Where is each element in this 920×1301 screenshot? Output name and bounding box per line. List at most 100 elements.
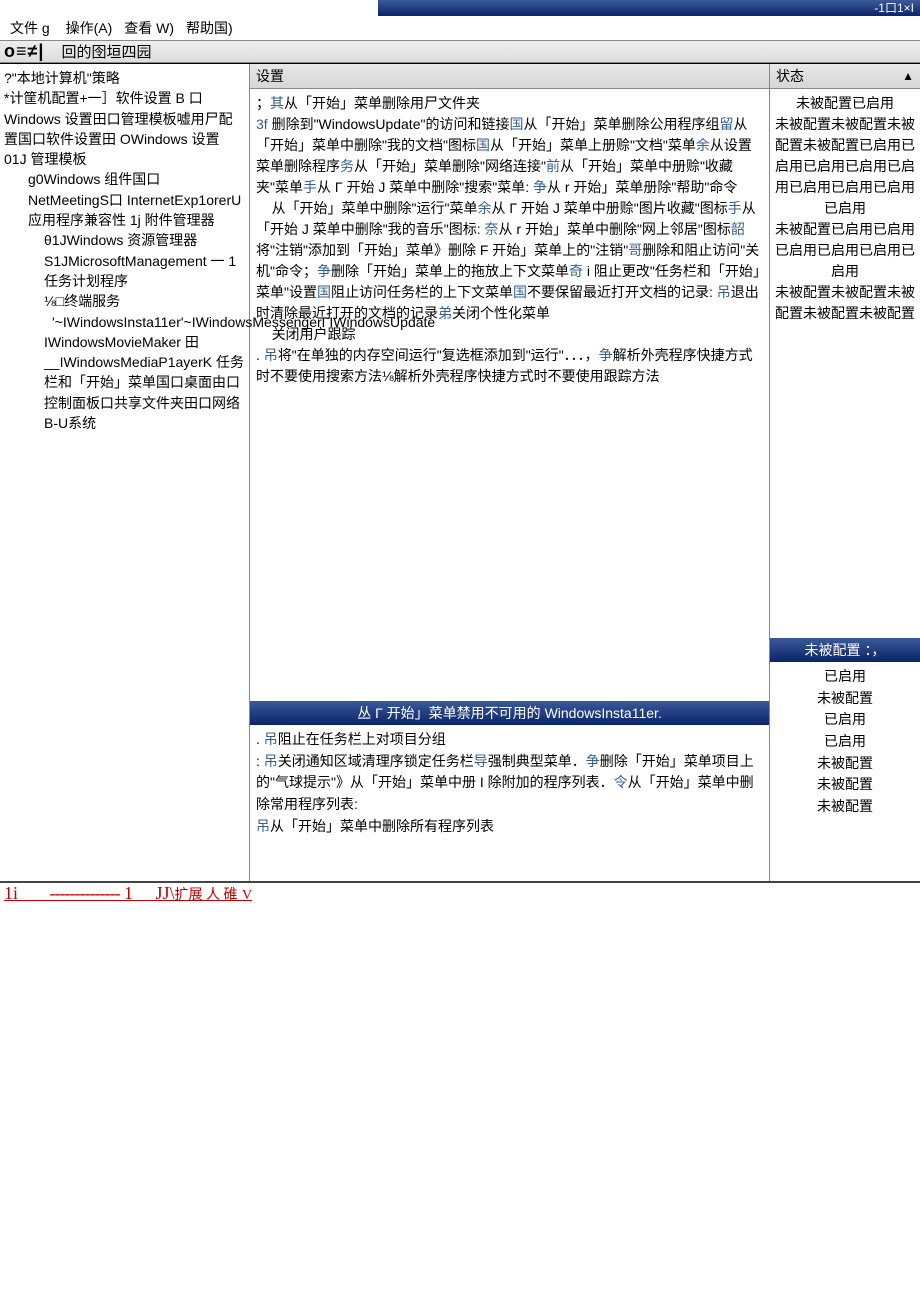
status-blank (770, 328, 920, 638)
setting-link[interactable]: 哥 (628, 242, 642, 258)
tree-windows-explorer[interactable]: θ1JWindows 资源管理器 (4, 230, 245, 250)
blank-area (250, 391, 769, 701)
setting-link[interactable]: 奇 (569, 263, 583, 279)
setting-link[interactable]: 奈 (485, 221, 499, 237)
toolbar-left-icons[interactable]: o≡≠| (4, 41, 44, 61)
setting-link[interactable]: 留 (719, 116, 733, 132)
footer-one: 1 (124, 883, 133, 903)
menubar: 文件 g 操作(A)查看 W)帮助国) (0, 16, 920, 41)
setting-link[interactable]: 余 (696, 137, 710, 153)
tree-root-policy[interactable]: ?"本地计算机"策略 (4, 68, 245, 88)
status-row: 未被配置已启用已启用已启用已启用已启用已启用 (772, 219, 918, 282)
main-area: ?"本地计算机"策略 *计筐机配置+一］软件设置 B 口Windows 设置田口… (0, 63, 920, 881)
tree-pane[interactable]: ?"本地计算机"策略 *计筐机配置+一］软件设置 B 口Windows 设置田口… (0, 64, 250, 881)
setting-remove-wu-link[interactable]: 删除到"WindowsUpdate"的访问和链接 (272, 116, 510, 132)
settings-list-bottom[interactable]: . 吊阻止在任务栏上对项目分组 : 吊关闭通知区域清理序锁定任务栏导强制典型菜单… (250, 725, 769, 881)
setting-separate-memory[interactable]: 将"在单独的内存空间运行"复选框添加到"运行"．．． (278, 347, 585, 363)
toolbar: o≡≠| 回的囹垣四园 (0, 41, 920, 63)
status-row: 未被配置 (772, 753, 918, 775)
status-row: 已启用 (772, 666, 918, 688)
status-row: 未被配置 (772, 796, 918, 818)
setting-link[interactable]: 吊 (264, 347, 278, 363)
tree-computer-config[interactable]: *计筐机配置+一］软件设置 B 口Windows 设置田口管理模板嘘用尸配置国口… (4, 88, 245, 169)
selected-status-suffix: ：， (864, 642, 885, 658)
menu-help[interactable]: 帮助国) (180, 18, 239, 38)
footer-v: V (242, 888, 252, 903)
setting-no-keep-history[interactable]: 不要保留最近打开文档的记录 (527, 284, 709, 300)
status-list-bottom: 已启用 未被配置 已启用 已启用 未被配置 未被配置 未被配置 (770, 662, 920, 842)
setting-link[interactable]: 国 (509, 116, 523, 132)
setting-link[interactable]: 争 (599, 347, 613, 363)
setting-link[interactable]: 吊 (717, 284, 731, 300)
settings-column-header[interactable]: 设置 (250, 64, 769, 89)
settings-list-top[interactable]: ；其从「开始」菜单删除用尸文件夹 3f 删除到"WindowsUpdate"的访… (250, 89, 769, 391)
selected-status-text: 未被配置 (805, 642, 861, 658)
setting-prevent-context-menu[interactable]: 阻止访问任务栏的上下文菜单 (331, 284, 513, 300)
setting-link[interactable]: 争 (317, 263, 331, 279)
tree-mmc-tasks[interactable]: S1JMicrosoftManagement 一 1 任务计划程序 (4, 251, 245, 292)
setting-link[interactable]: 余 (478, 200, 492, 216)
tree-terminal-services[interactable]: ⅛□终端服务 (4, 291, 245, 311)
setting-link[interactable]: 手 (728, 200, 742, 216)
setting-link[interactable]: 国 (317, 284, 331, 300)
setting-colon: : (354, 796, 358, 812)
setting-remove-dragdrop[interactable]: 删除「开始」菜单上的拖放上下文菜单 (331, 263, 569, 279)
setting-link[interactable]: 导 (474, 753, 488, 769)
setting-close-user-tracking[interactable]: 关闭用户跟踪 (272, 326, 356, 342)
setting-link[interactable]: 国 (476, 137, 490, 153)
setting-link[interactable]: 吊 (264, 731, 278, 747)
tree-moviemaker-etc[interactable]: IWindowsMovieMaker 田__IWindowsMediaP1aye… (4, 332, 245, 433)
status-row: 未被配置未被配置未被配置未被配置已启用已启用已启用已启用已启用已启用已启用已启用… (772, 114, 918, 219)
setting-remove-common-groups[interactable]: 从「开始」菜单删除公用程序组 (523, 116, 719, 132)
setting-remove-pictures[interactable]: 从 Γ 开始 J 菜单中册赊"图片收藏"图标 (492, 200, 728, 216)
tree-windows-components[interactable]: g0Windows 组件国口 NetMeetingS口 InternetExp1… (4, 169, 245, 230)
setting-remove-network[interactable]: 从「开始」菜单删除"网络连接" (354, 158, 546, 174)
setting-taskbar-word: 任务栏 (432, 753, 474, 769)
setting-link[interactable]: 务 (340, 158, 354, 174)
status-row: 未被配置 (772, 774, 918, 796)
menu-action[interactable]: 操作(A) (60, 18, 119, 38)
menu-view[interactable]: 查看 W) (118, 18, 180, 38)
toolbar-right-icons[interactable]: 回的囹垣四园 (49, 44, 151, 61)
setting-link[interactable]: 其 (270, 95, 284, 111)
setting-dot: . (256, 347, 264, 363)
setting-link[interactable]: 争 (586, 753, 600, 769)
setting-link[interactable]: 国 (513, 284, 527, 300)
setting-remove-help[interactable]: 从 r 开始」菜单册除"帮助"命令 (547, 179, 737, 195)
setting-prefix: ； (256, 95, 270, 111)
setting-link[interactable]: 手 (303, 179, 317, 195)
scroll-up-icon[interactable]: ▲ (902, 69, 914, 83)
status-row: 未被配置已启用 (772, 93, 918, 114)
status-pane: 状态 ▲ 未被配置已启用 未被配置未被配置未被配置未被配置已启用已启用已启用已启… (770, 64, 920, 881)
titlebar-gap (0, 0, 378, 16)
setting-link[interactable]: 争 (533, 179, 547, 195)
setting-add-logoff[interactable]: 将"注销"添加到「开始」菜单》删除 F 开始」菜单上的"注销" (256, 242, 628, 258)
setting-colon: : (256, 753, 264, 769)
setting-remove-all-programs[interactable]: 从「开始」菜单中删除所有程序列表 (270, 818, 494, 834)
setting-remove-documents[interactable]: 从「开始」菜单上册赊"文档"菜单 (490, 137, 696, 153)
setting-prevent-grouping[interactable]: 阻止在任务栏上对项目分组 (278, 731, 446, 747)
footer-bar: 1i -------------- 1 JJ\扩展 人 碓 V (0, 881, 920, 904)
setting-remove-network-places[interactable]: 从 r 开始」菜单中删除"网上邻居"图标 (499, 221, 731, 237)
status-column-header[interactable]: 状态 ▲ (770, 64, 920, 89)
setting-link[interactable]: 令 (614, 774, 628, 790)
setting-link[interactable]: 吊 (264, 753, 278, 769)
setting-close-personalized[interactable]: 关闭个性化菜单 (452, 305, 550, 321)
selected-setting-row[interactable]: 丛 Γ 开始」菜单禁用不可用的 WindowsInsta11er. (250, 701, 769, 725)
setting-link[interactable]: 弟 (438, 305, 452, 321)
window-controls[interactable]: -1口1×I (874, 1, 914, 15)
setting-link[interactable]: 吊 (256, 818, 270, 834)
setting-remove-search[interactable]: 从 Γ 开始 J 菜单中删除"搜索"菜单 (317, 179, 525, 195)
tree-installer-messenger-update[interactable]: '~IWindowsInsta11er'~IWindowsMessengerΓI… (4, 312, 245, 332)
setting-close-notification-lock[interactable]: 关闭通知区域清理序锁定 (278, 753, 432, 769)
setting-remove-run[interactable]: 从「开始」菜单中删除"运行"菜单 (272, 200, 478, 216)
menu-file[interactable]: 文件 g (4, 18, 56, 38)
setting-link[interactable]: 前 (546, 158, 560, 174)
setting-force-classic-menu[interactable]: 强制典型菜单． (488, 753, 586, 769)
status-list-top: 未被配置已启用 未被配置未被配置未被配置未被配置已启用已启用已启用已启用已启用已… (770, 89, 920, 328)
setting-colon: : (477, 221, 485, 237)
setting-link[interactable]: 3f (256, 116, 272, 132)
setting-remove-user-folder[interactable]: 从「开始」菜单删除用尸文件夹 (284, 95, 480, 111)
settings-pane: 设置 ；其从「开始」菜单删除用尸文件夹 3f 删除到"WindowsUpdate… (250, 64, 770, 881)
setting-link[interactable]: 韶 (731, 221, 745, 237)
